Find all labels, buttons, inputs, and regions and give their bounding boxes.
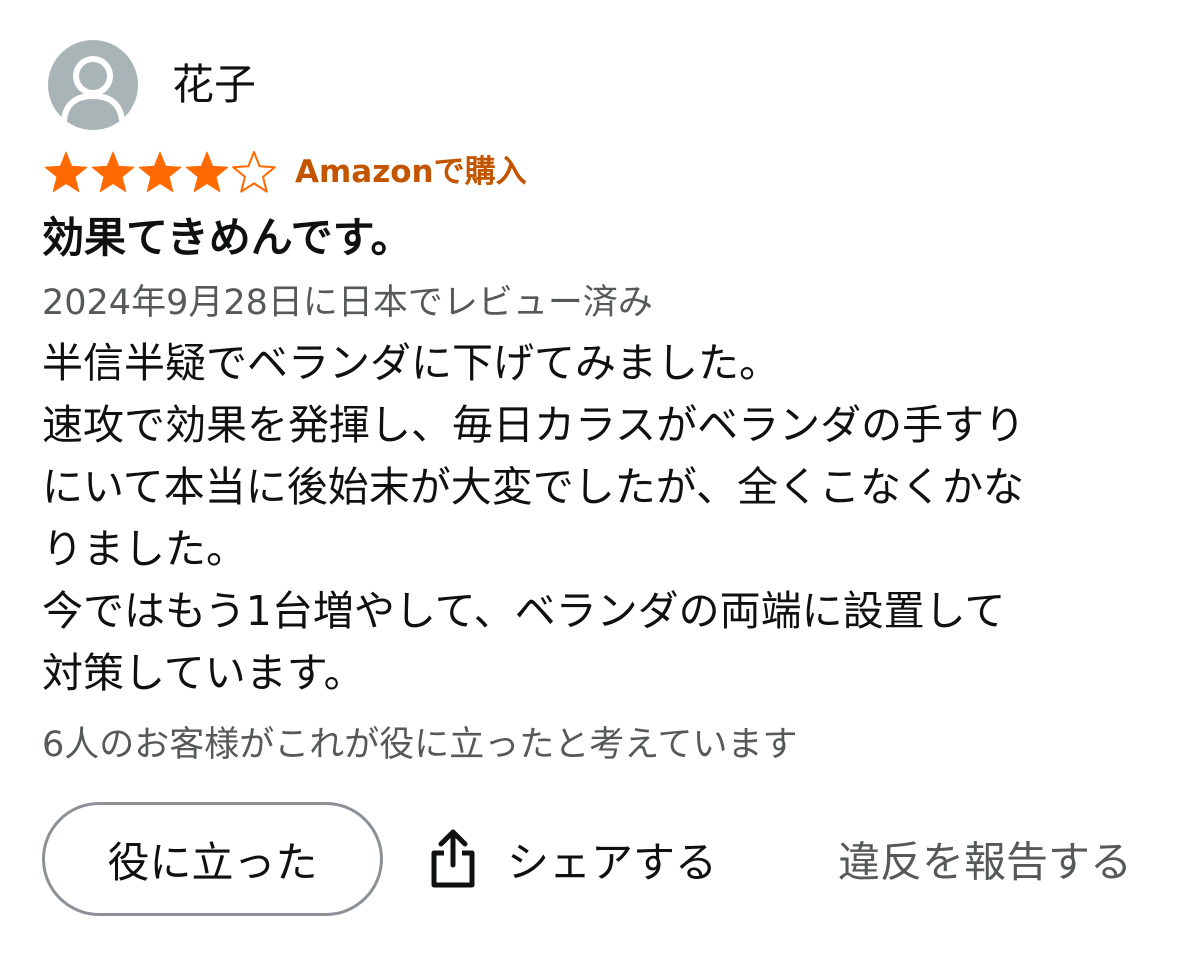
review-date: 2024年9月28日に日本でレビュー済み [42, 283, 653, 323]
share-icon [431, 829, 475, 888]
share-button[interactable]: シェアする [429, 829, 717, 890]
review-body-line: 半信半疑でベランダに下げてみました。 [42, 339, 780, 387]
reviewer-name: 花子 [172, 60, 257, 109]
rating-row: Amazonで購入 [42, 148, 527, 196]
review-body-line: 今ではもう1台増やして、ベランダの両端に設置して [42, 587, 1006, 635]
review-actions: 役に立った シェアする 違反を報告する [42, 802, 1142, 916]
share-button-label: シェアする [507, 837, 718, 887]
star-filled-icon [91, 151, 135, 193]
helpful-count: 6人のお客様がこれが役に立ったと考えています [42, 725, 798, 765]
review-card: 花子 Amazonで購入 効果てきめんです。 2024年9月28日に日本でレビュ… [0, 0, 1179, 967]
star-empty-icon [232, 151, 276, 193]
avatar-icon [48, 40, 138, 130]
verified-purchase-badge: Amazonで購入 [295, 153, 527, 190]
report-abuse-link[interactable]: 違反を報告する [838, 829, 1132, 890]
review-body-line: 速攻で効果を発揮し、毎日カラスがベランダの手すり [42, 401, 1026, 449]
review-body-line: 対策しています。 [42, 649, 365, 697]
star-rating[interactable] [42, 149, 277, 195]
review-body-line: にいて本当に後始末が大変でしたが、全くこなくかな [42, 463, 1024, 511]
helpful-button[interactable]: 役に立った [42, 802, 383, 916]
star-filled-icon [185, 151, 229, 193]
helpful-button-label: 役に立った [107, 837, 318, 887]
star-filled-icon [44, 151, 88, 193]
review-body-line: りました。 [42, 525, 247, 573]
reviewer-profile[interactable]: 花子 [48, 40, 256, 130]
star-filled-icon [138, 151, 182, 193]
review-body: 半信半疑でベランダに下げてみました。 速攻で効果を発揮し、毎日カラスがベランダの… [42, 332, 1142, 704]
review-title: 効果てきめんです。 [42, 213, 413, 262]
